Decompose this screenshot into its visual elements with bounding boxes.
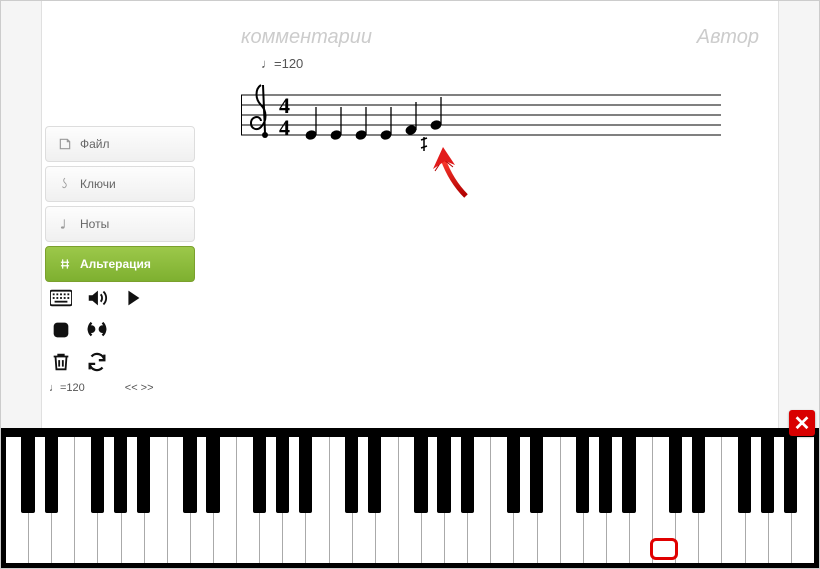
black-key[interactable] (137, 437, 150, 513)
sharp-icon (58, 257, 72, 271)
white-key[interactable] (75, 437, 98, 563)
white-key[interactable] (653, 437, 676, 563)
toolbar: ♩=120 << >> (49, 286, 199, 394)
white-key[interactable] (399, 437, 422, 563)
black-key[interactable] (114, 437, 127, 513)
menu-label: Ключи (80, 177, 116, 191)
author-placeholder[interactable]: Автор (697, 26, 759, 49)
black-key[interactable] (507, 437, 520, 513)
stop-icon[interactable] (49, 318, 73, 342)
black-key[interactable] (599, 437, 612, 513)
menu-label: Файл (80, 137, 110, 151)
black-key[interactable] (530, 437, 543, 513)
trash-icon[interactable] (49, 350, 73, 374)
black-key[interactable] (91, 437, 104, 513)
black-key[interactable] (368, 437, 381, 513)
piano-keyboard: ✕ (1, 428, 819, 568)
black-key[interactable] (183, 437, 196, 513)
menu-label: Альтерация (80, 257, 151, 271)
white-key[interactable] (722, 437, 745, 563)
white-key[interactable] (168, 437, 191, 563)
white-key[interactable] (561, 437, 584, 563)
white-key[interactable] (491, 437, 514, 563)
treble-clef-icon (251, 85, 268, 138)
toolbar-row-1 (49, 286, 199, 310)
keyboard-icon[interactable] (49, 286, 73, 310)
black-key[interactable] (461, 437, 474, 513)
black-key[interactable] (45, 437, 58, 513)
menu-item-alteration[interactable]: Альтерация (45, 246, 195, 282)
app-window: комментарии Автор Файл Ключи Ноты Альтер… (0, 0, 820, 569)
refresh-icon[interactable] (85, 350, 109, 374)
loop-icon[interactable] (85, 318, 109, 342)
tempo-mark: ♩=120 (261, 56, 759, 71)
menu-label: Ноты (80, 217, 109, 231)
play-icon[interactable] (121, 286, 145, 310)
tempo-indicator[interactable]: ♩=120 (49, 382, 85, 394)
black-key[interactable] (576, 437, 589, 513)
black-key[interactable] (784, 437, 797, 513)
close-piano-button[interactable]: ✕ (789, 410, 815, 436)
black-key[interactable] (21, 437, 34, 513)
menu-item-file[interactable]: Файл (45, 126, 195, 162)
toolbar-row-4: ♩=120 << >> (49, 382, 199, 394)
file-icon (58, 137, 72, 151)
black-key[interactable] (622, 437, 635, 513)
sidebar: Файл Ключи Ноты Альтерация (45, 126, 195, 286)
svg-text:4: 4 (279, 115, 290, 140)
comments-placeholder[interactable]: комментарии (241, 26, 372, 49)
sound-icon[interactable] (85, 286, 109, 310)
black-key[interactable] (669, 437, 682, 513)
black-key[interactable] (692, 437, 705, 513)
note-icon (58, 217, 72, 231)
black-key[interactable] (414, 437, 427, 513)
header-labels: комментарии Автор (241, 26, 799, 49)
white-key[interactable] (237, 437, 260, 563)
menu-item-notes[interactable]: Ноты (45, 206, 195, 242)
black-key[interactable] (299, 437, 312, 513)
black-key[interactable] (761, 437, 774, 513)
white-key[interactable] (6, 437, 29, 563)
black-key[interactable] (738, 437, 751, 513)
white-key[interactable] (330, 437, 353, 563)
staff[interactable]: 4 4 (241, 75, 721, 155)
piano-keys[interactable] (6, 437, 814, 563)
menu-item-clefs[interactable]: Ключи (45, 166, 195, 202)
black-key[interactable] (253, 437, 266, 513)
nav-arrows[interactable]: << >> (125, 382, 154, 394)
black-key[interactable] (206, 437, 219, 513)
toolbar-row-3 (49, 350, 199, 374)
black-key[interactable] (276, 437, 289, 513)
black-key[interactable] (345, 437, 358, 513)
clef-icon (58, 177, 72, 191)
music-score[interactable]: ♩=120 4 4 (241, 56, 759, 155)
input-cursor (421, 137, 427, 151)
black-key[interactable] (437, 437, 450, 513)
toolbar-row-2 (49, 318, 199, 342)
